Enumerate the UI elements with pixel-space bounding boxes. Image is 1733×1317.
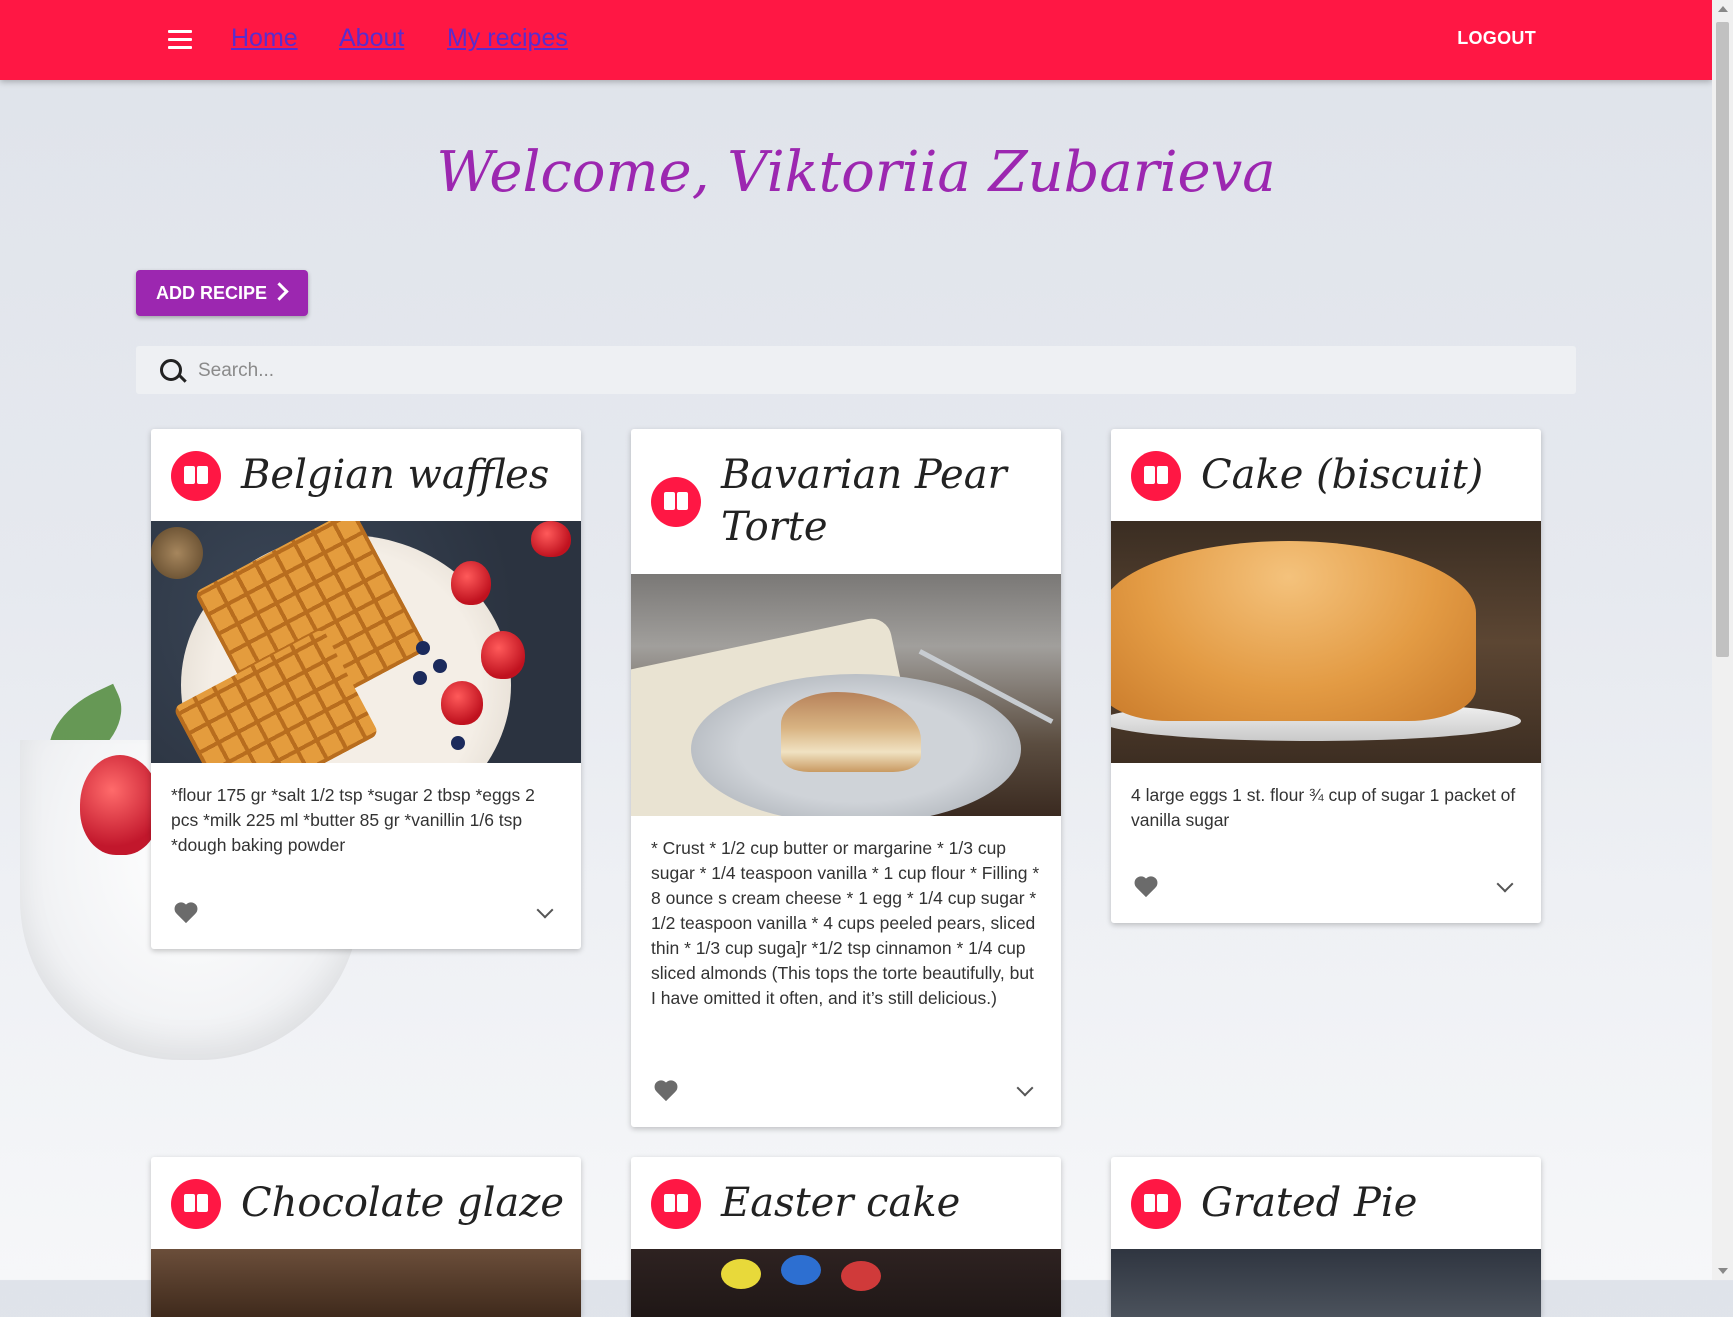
background-strawberry: [80, 755, 160, 855]
top-app-bar: Home About My recipes LOGOUT: [0, 0, 1712, 80]
recipe-title: Belgian waffles: [241, 452, 550, 498]
recipe-ingredients: *flour 175 gr *salt 1/2 tsp *sugar 2 tbs…: [171, 785, 535, 855]
expand-more-icon[interactable]: [1016, 1079, 1034, 1097]
add-recipe-button[interactable]: ADD RECIPE: [136, 270, 308, 316]
recipe-card: Bavarian Pear Torte * Crust * 1/2 cup bu…: [631, 429, 1061, 1127]
recipe-book-icon: [651, 477, 701, 527]
recipe-card: Grated Pie: [1111, 1157, 1541, 1317]
favorite-heart-icon[interactable]: [653, 1081, 679, 1105]
recipe-book-icon: [171, 1179, 221, 1229]
search-bar: [136, 346, 1576, 396]
recipe-title: Chocolate glaze: [241, 1180, 565, 1226]
recipe-ingredients: 4 large eggs 1 st. flour ¾ cup of sugar …: [1131, 785, 1516, 830]
recipe-book-icon: [171, 451, 221, 501]
logout-button[interactable]: LOGOUT: [1457, 28, 1536, 49]
scroll-down-arrow-icon[interactable]: [1718, 1268, 1728, 1274]
search-icon: [160, 359, 182, 381]
recipe-book-icon: [1131, 1179, 1181, 1229]
nav-my-recipes-link[interactable]: My recipes: [447, 24, 568, 53]
favorite-heart-icon[interactable]: [1133, 877, 1159, 901]
vertical-scrollbar[interactable]: [1712, 0, 1733, 1280]
expand-more-icon[interactable]: [536, 901, 554, 919]
recipe-title: Grated Pie: [1201, 1180, 1418, 1226]
scroll-up-arrow-icon[interactable]: [1718, 6, 1728, 12]
recipe-title: Cake (biscuit): [1201, 452, 1484, 498]
recipe-card: Easter cake: [631, 1157, 1061, 1317]
recipe-image: [631, 1249, 1061, 1317]
scroll-thumb[interactable]: [1716, 22, 1729, 657]
recipe-title: Easter cake: [721, 1180, 961, 1226]
recipe-image: [151, 1249, 581, 1317]
menu-icon[interactable]: [168, 30, 192, 50]
add-recipe-label: ADD RECIPE: [156, 283, 268, 303]
nav-home-link[interactable]: Home: [231, 24, 298, 53]
recipe-image: [151, 521, 581, 763]
chevron-right-icon: [270, 282, 289, 301]
welcome-heading: Welcome, Viktoriia Zubarieva: [436, 140, 1276, 205]
recipe-book-icon: [1131, 451, 1181, 501]
recipe-ingredients: * Crust * 1/2 cup butter or margarine * …: [651, 838, 1040, 1008]
recipe-title: Bavarian Pear Torte: [721, 452, 1007, 550]
recipe-image: [1111, 1249, 1541, 1317]
nav-about-link[interactable]: About: [339, 24, 404, 53]
recipe-image: [631, 574, 1061, 816]
recipe-book-icon: [651, 1179, 701, 1229]
recipe-card: Chocolate glaze: [151, 1157, 581, 1317]
recipe-image: [1111, 521, 1541, 763]
favorite-heart-icon[interactable]: [173, 903, 199, 927]
recipe-card: Cake (biscuit) 4 large eggs 1 st. flour …: [1111, 429, 1541, 923]
search-input[interactable]: [196, 346, 1550, 396]
expand-more-icon[interactable]: [1496, 875, 1514, 893]
recipe-card: Belgian waffles *flour 175 gr *salt 1/2 …: [151, 429, 581, 949]
